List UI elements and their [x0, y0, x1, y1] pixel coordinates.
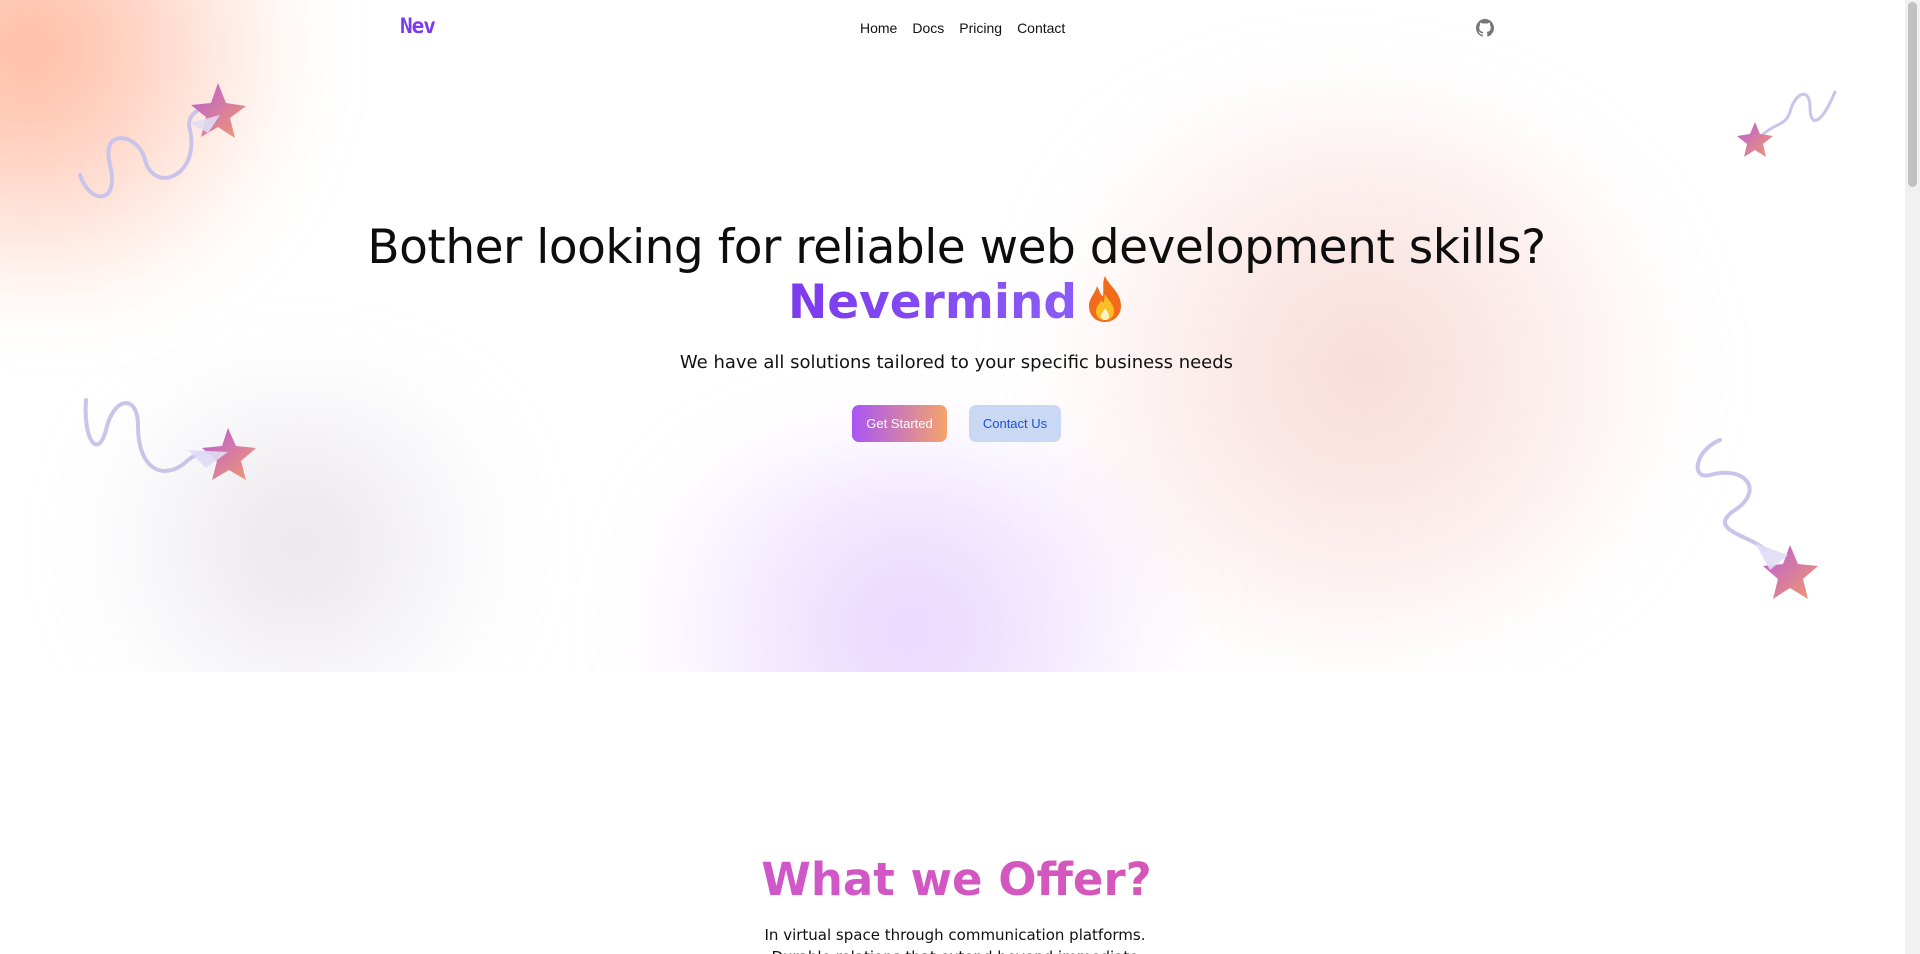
fire-icon	[1089, 276, 1122, 322]
nav-link-pricing[interactable]: Pricing	[959, 20, 1002, 36]
hero-subtitle: We have all solutions tailored to your s…	[679, 352, 1234, 373]
hero-brand-line: Nevermind	[0, 274, 1905, 331]
shooting-star-icon	[1737, 90, 1837, 157]
shooting-star-icon	[1695, 438, 1818, 599]
contact-us-button[interactable]: Contact Us	[969, 405, 1061, 442]
logo[interactable]: Nev	[400, 14, 436, 38]
nav-link-home[interactable]: Home	[860, 20, 897, 36]
hero-headline: Bother looking for reliable web developm…	[367, 220, 1546, 275]
scrollbar-thumb[interactable]	[1908, 2, 1917, 187]
nav-link-contact[interactable]: Contact	[1017, 20, 1065, 36]
nav-links: Home Docs Pricing Contact	[860, 20, 1065, 36]
shooting-star-icon	[78, 83, 246, 199]
scrollbar[interactable]	[1905, 0, 1920, 954]
brand-name: Nevermind	[787, 275, 1078, 330]
navbar: Nev Home Docs Pricing Contact	[0, 0, 1905, 58]
offer-text: In virtual space through communication p…	[764, 926, 1146, 954]
github-icon[interactable]	[1476, 19, 1494, 37]
shooting-star-icon	[83, 398, 256, 480]
hero-section: Bother looking for reliable web developm…	[0, 0, 1905, 672]
offer-title: What we Offer?	[0, 852, 1913, 908]
get-started-button[interactable]: Get Started	[852, 405, 947, 442]
nav-link-docs[interactable]: Docs	[912, 20, 944, 36]
page: Bother looking for reliable web developm…	[0, 0, 1920, 954]
